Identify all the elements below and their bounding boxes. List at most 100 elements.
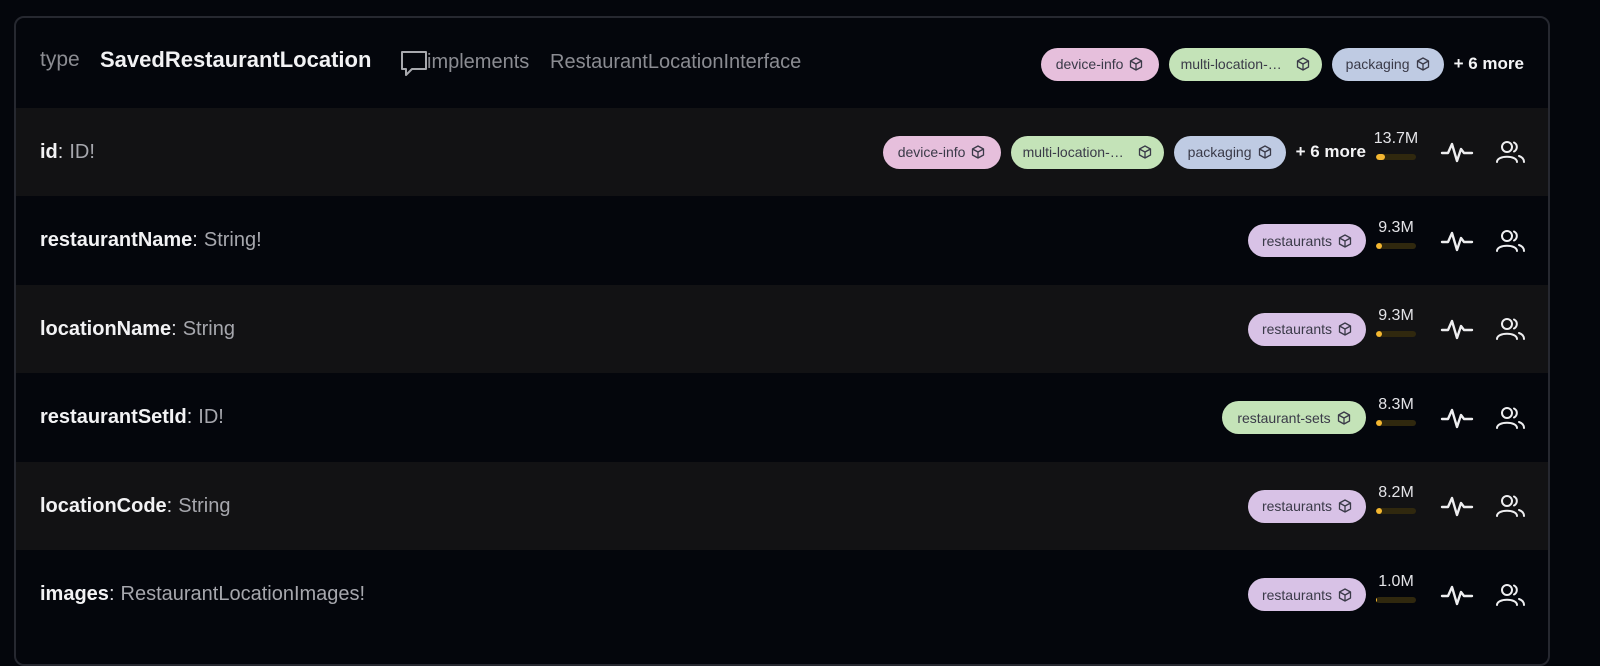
usage-count: 8.3M — [1378, 395, 1414, 413]
usage-metric[interactable]: 9.3M — [1370, 219, 1422, 249]
activity-pulse-icon[interactable] — [1440, 581, 1474, 609]
type-card: type SavedRestaurantLocation implements … — [14, 16, 1550, 666]
usage-bar — [1376, 419, 1416, 426]
tag-multi-location-mg[interactable]: multi-location-mg... — [1168, 47, 1322, 81]
usage-bar — [1376, 154, 1416, 160]
users-icon[interactable] — [1494, 315, 1528, 343]
field-colon: : — [171, 317, 177, 340]
usage-bar-fill — [1376, 508, 1382, 514]
tag-restaurants[interactable]: restaurants — [1248, 578, 1366, 611]
field-signature: restaurantSetId: ID! — [40, 374, 224, 462]
field-colon: : — [166, 494, 173, 517]
field-tag-list: device-info multi-location-mg... packaging… — [882, 108, 1366, 196]
field-type[interactable]: String — [183, 318, 235, 341]
field-colon: : — [57, 140, 64, 163]
usage-metric[interactable]: 13.7M — [1370, 130, 1422, 160]
field-row-id: id: ID! device-info multi-location-mg... pac… — [16, 108, 1548, 196]
tag-label: restaurants — [1261, 498, 1333, 514]
activity-pulse-icon[interactable] — [1440, 404, 1474, 432]
usage-metric[interactable]: 8.2M — [1370, 484, 1422, 514]
package-cube-icon — [1332, 587, 1352, 602]
field-tag-list: restaurants — [1248, 551, 1366, 639]
tag-label: restaurant-sets — [1237, 409, 1331, 426]
field-colon: : — [192, 229, 198, 251]
field-type[interactable]: ID! — [69, 141, 95, 164]
tag-restaurants[interactable]: restaurants — [1248, 489, 1366, 523]
header-tag-list: device-info multi-location-mg... packaging… — [1040, 47, 1524, 81]
usage-bar-fill — [1376, 419, 1382, 426]
usage-metric[interactable]: 9.3M — [1370, 307, 1422, 337]
field-name[interactable]: restaurantSetId — [40, 406, 187, 429]
field-name[interactable]: images — [40, 583, 109, 606]
usage-bar — [1376, 242, 1416, 249]
package-cube-icon — [1332, 322, 1352, 336]
field-type[interactable]: RestaurantLocationImages! — [121, 583, 366, 606]
field-signature: id: ID! — [40, 108, 95, 196]
field-name[interactable]: locationName — [40, 318, 171, 341]
activity-pulse-icon[interactable] — [1440, 227, 1474, 255]
field-row-locationName: locationName: String restaurants 9.3M — [16, 285, 1548, 373]
field-tag-list: restaurants — [1248, 197, 1366, 285]
field-type[interactable]: ID! — [198, 406, 224, 429]
package-cube-icon — [1331, 410, 1351, 425]
tag-label: restaurants — [1261, 586, 1333, 603]
tag-device-info[interactable]: device-info — [882, 135, 1001, 169]
more-tags-button[interactable]: + 6 more — [1454, 54, 1524, 74]
tag-restaurant-sets[interactable]: restaurant-sets — [1222, 401, 1366, 434]
users-icon[interactable] — [1494, 227, 1528, 255]
tag-label: multi-location-mg... — [1180, 56, 1290, 72]
field-name[interactable]: locationCode — [40, 495, 167, 518]
package-cube-icon — [1252, 145, 1272, 159]
users-icon[interactable] — [1494, 404, 1528, 432]
field-row-restaurantSetId: restaurantSetId: ID! restaurant-sets 8.3M — [16, 374, 1548, 462]
tag-device-info[interactable]: device-info — [1040, 47, 1159, 81]
usage-metric[interactable]: 1.0M — [1370, 573, 1422, 603]
tag-label: packaging — [1345, 56, 1410, 72]
usage-bar — [1376, 508, 1416, 514]
users-icon[interactable] — [1494, 581, 1528, 609]
field-type[interactable]: String! — [204, 229, 262, 252]
activity-pulse-icon[interactable] — [1440, 315, 1474, 343]
package-cube-icon — [1332, 233, 1352, 248]
interface-link[interactable]: RestaurantLocationInterface — [550, 51, 801, 74]
users-icon[interactable] — [1494, 138, 1528, 166]
usage-bar-fill — [1376, 154, 1385, 160]
tag-packaging[interactable]: packaging — [1173, 135, 1286, 169]
field-type[interactable]: String — [178, 495, 230, 518]
field-row-locationCode: locationCode: String restaurants 8.2M — [16, 462, 1548, 550]
tag-label: multi-location-mg... — [1022, 144, 1132, 160]
field-tag-list: restaurant-sets — [1222, 374, 1366, 462]
usage-count: 8.2M — [1378, 484, 1414, 501]
usage-count: 13.7M — [1373, 130, 1419, 147]
field-signature: images: RestaurantLocationImages! — [40, 551, 365, 639]
package-cube-icon — [1132, 145, 1152, 159]
type-name[interactable]: SavedRestaurantLocation — [100, 47, 371, 73]
field-name[interactable]: restaurantName — [40, 229, 192, 252]
tag-packaging[interactable]: packaging — [1331, 47, 1444, 81]
usage-metric[interactable]: 8.3M — [1370, 396, 1422, 426]
package-cube-icon — [1410, 57, 1430, 71]
field-signature: locationName: String — [40, 285, 235, 373]
tag-label: device-info — [897, 144, 966, 160]
field-name[interactable]: id — [40, 141, 58, 164]
implements-keyword: implements — [427, 51, 530, 73]
field-colon: : — [186, 406, 193, 428]
activity-pulse-icon[interactable] — [1440, 138, 1474, 166]
comment-icon[interactable] — [399, 48, 429, 78]
tag-restaurants[interactable]: restaurants — [1248, 312, 1366, 346]
usage-count: 9.3M — [1378, 307, 1414, 324]
tag-label: restaurants — [1261, 232, 1333, 249]
usage-bar — [1376, 596, 1416, 603]
field-tag-list: restaurants — [1248, 285, 1366, 373]
tag-multi-location-mg[interactable]: multi-location-mg... — [1010, 135, 1164, 169]
tag-label: packaging — [1187, 144, 1252, 160]
field-row-restaurantName: restaurantName: String! restaurants 9.3M — [16, 197, 1548, 285]
users-icon[interactable] — [1494, 492, 1528, 520]
tag-label: restaurants — [1261, 321, 1333, 337]
activity-pulse-icon[interactable] — [1440, 492, 1474, 520]
tag-restaurants[interactable]: restaurants — [1248, 224, 1366, 257]
usage-count: 9.3M — [1378, 218, 1414, 236]
tag-label: device-info — [1055, 56, 1124, 72]
field-row-images: images: RestaurantLocationImages! restaura… — [16, 551, 1548, 639]
more-tags-button[interactable]: + 6 more — [1296, 142, 1366, 162]
